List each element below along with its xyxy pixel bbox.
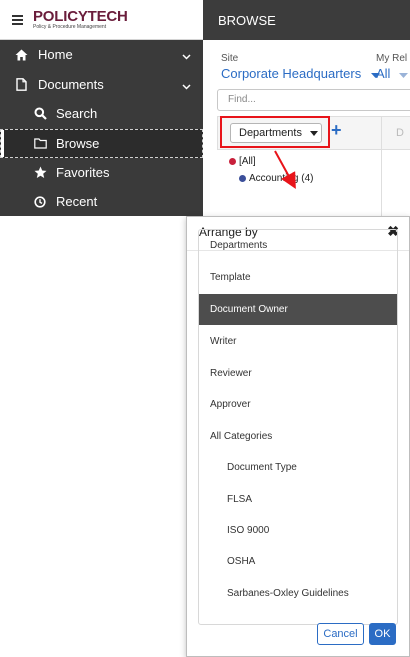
add-icon[interactable]: + xyxy=(331,120,342,141)
tree-item-label: Accounting (4) xyxy=(249,173,314,184)
search-icon xyxy=(33,107,47,121)
option-iso-9000[interactable]: ISO 9000 xyxy=(199,515,397,546)
option-label: Approver xyxy=(210,399,251,410)
option-departments[interactable]: Departments xyxy=(199,230,397,261)
caret-down-icon xyxy=(309,130,318,136)
sidebar-item-home[interactable]: Home xyxy=(0,40,203,69)
sidebar: POLICYTECH Policy & Procedure Management… xyxy=(0,0,203,216)
option-label: Writer xyxy=(210,336,237,347)
option-label: All Categories xyxy=(210,431,273,442)
option-osha[interactable]: OSHA xyxy=(199,546,397,577)
chevron-down-icon xyxy=(399,67,409,82)
option-label: Sarbanes-Oxley Guidelines xyxy=(227,588,349,599)
my-filter-dropdown[interactable]: All xyxy=(376,66,409,82)
ok-button[interactable]: OK xyxy=(369,623,396,645)
tree-item-accounting[interactable]: Accounting (4) xyxy=(239,173,313,184)
document-icon xyxy=(14,78,28,92)
option-document-type[interactable]: Document Type xyxy=(199,452,397,483)
site-value: Corporate Headquarters xyxy=(221,66,362,81)
option-all-categories[interactable]: All Categories xyxy=(199,421,397,452)
option-flsa[interactable]: FLSA xyxy=(199,484,397,515)
option-label: Document Type xyxy=(227,462,297,473)
find-placeholder: Find... xyxy=(228,94,256,105)
sidebar-item-documents[interactable]: Documents xyxy=(0,70,203,99)
option-sarbanes-oxley[interactable]: Sarbanes-Oxley Guidelines xyxy=(199,578,397,609)
sidebar-item-browse[interactable]: Browse xyxy=(0,129,203,158)
option-label: FLSA xyxy=(227,494,253,505)
column-header-letter: D xyxy=(396,127,404,139)
my-filter-label: My Rel xyxy=(376,53,408,64)
option-label: Document Owner xyxy=(210,304,288,315)
logo-text: POLICYTECH xyxy=(33,8,128,25)
sidebar-item-favorites[interactable]: Favorites xyxy=(0,158,203,187)
my-filter-value: All xyxy=(376,66,391,81)
option-writer[interactable]: Writer xyxy=(199,326,397,357)
arrange-by-label: Departments xyxy=(239,127,302,139)
sidebar-item-recent[interactable]: Recent xyxy=(0,187,203,216)
chevron-down-icon[interactable] xyxy=(182,78,191,93)
tree-item-all[interactable]: [All] xyxy=(229,156,256,167)
dot-icon xyxy=(239,175,246,182)
hamburger-menu-icon[interactable] xyxy=(12,14,23,25)
option-document-owner[interactable]: Document Owner xyxy=(199,294,397,325)
arrange-by-dialog: Arrange by ✖ Departments Template Docume… xyxy=(186,216,410,657)
option-reviewer[interactable]: Reviewer xyxy=(199,358,397,389)
sidebar-item-label: Recent xyxy=(56,194,98,209)
option-label: Template xyxy=(210,272,251,283)
home-icon xyxy=(14,48,28,62)
site-label: Site xyxy=(221,53,239,64)
logo-tagline: Policy & Procedure Management xyxy=(33,24,107,30)
sidebar-item-label: Home xyxy=(38,47,73,62)
brand-bar: POLICYTECH Policy & Procedure Management xyxy=(0,0,203,40)
browse-content: Site Corporate Headquarters My Rel All F… xyxy=(203,40,410,216)
page-title: BROWSE xyxy=(218,12,276,28)
sidebar-item-label: Search xyxy=(56,106,98,121)
folder-icon xyxy=(33,137,47,151)
option-template[interactable]: Template xyxy=(199,262,397,293)
arrange-by-button[interactable]: Departments xyxy=(230,123,322,143)
sidebar-item-search[interactable]: Search xyxy=(0,99,203,128)
site-dropdown[interactable]: Corporate Headquarters xyxy=(221,66,380,82)
arrange-options-list: Departments Template Document Owner Writ… xyxy=(198,229,398,625)
find-input[interactable]: Find... xyxy=(217,89,410,111)
option-label: Departments xyxy=(210,240,268,251)
dot-icon xyxy=(229,158,236,165)
option-approver[interactable]: Approver xyxy=(199,389,397,420)
option-label: Reviewer xyxy=(210,368,252,379)
option-label: OSHA xyxy=(227,556,256,567)
sidebar-item-label: Browse xyxy=(56,136,100,151)
column-divider xyxy=(381,116,382,216)
logo[interactable]: POLICYTECH Policy & Procedure Management xyxy=(33,9,128,30)
chevron-down-icon[interactable] xyxy=(182,48,191,63)
star-icon xyxy=(33,166,47,180)
clock-icon xyxy=(33,195,47,209)
sidebar-item-label: Documents xyxy=(38,77,104,92)
sidebar-item-label: Favorites xyxy=(56,165,110,180)
option-label: ISO 9000 xyxy=(227,525,270,536)
tree-item-label: [All] xyxy=(239,156,256,167)
cancel-button[interactable]: Cancel xyxy=(317,623,364,645)
page-header: BROWSE xyxy=(203,0,410,40)
